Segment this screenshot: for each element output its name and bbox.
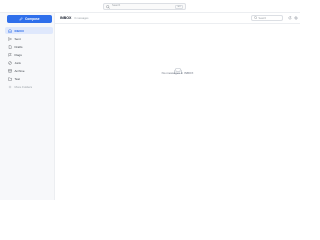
sidebar-item-inbox[interactable]: INBOX (5, 27, 53, 34)
global-search-input[interactable]: Search ⌘K (103, 3, 186, 10)
inbox-icon (8, 28, 12, 33)
global-search-placeholder: Search (112, 4, 121, 8)
empty-state: No messages in INBOX (55, 61, 300, 75)
plus-icon (8, 85, 12, 89)
empty-state-text: No messages in INBOX (161, 71, 194, 75)
folder-icon (8, 77, 12, 81)
sidebar: Compose INBOX Sent Drafts Flags Junk Arc… (0, 13, 55, 200)
search-icon (106, 4, 110, 9)
folder-title: INBOX (60, 16, 72, 20)
sidebar-item-sent[interactable]: Sent (5, 35, 53, 42)
sidebar-item-archive[interactable]: Archive (5, 67, 53, 74)
archive-icon (8, 68, 12, 73)
message-list-header: INBOX 0 messages Search (55, 13, 300, 24)
mail-app: Search ⌘K Compose INBOX Sent Drafts Flag… (0, 0, 300, 200)
folder-nav: INBOX Sent Drafts Flags Junk Archive Tes… (5, 27, 53, 91)
sidebar-item-label: Archive (14, 68, 25, 73)
message-pane: INBOX 0 messages Search No messages in I… (55, 13, 300, 200)
compose-label: Compose (24, 17, 40, 21)
sidebar-item-flags[interactable]: Flags (5, 51, 53, 58)
sidebar-item-label: Test (14, 76, 21, 81)
settings-icon[interactable] (294, 15, 298, 20)
sidebar-item-label: Drafts (14, 44, 23, 49)
mail-search-placeholder: Search (258, 16, 267, 20)
top-bar: Search ⌘K (0, 0, 300, 13)
sidebar-item-label: Junk (14, 60, 21, 65)
header-actions (288, 15, 300, 20)
junk-icon (8, 60, 12, 65)
pencil-icon (19, 17, 24, 21)
message-count: 0 messages (74, 16, 89, 20)
sidebar-item-label: INBOX (14, 28, 25, 33)
send-icon (8, 36, 12, 41)
sidebar-item-junk[interactable]: Junk (5, 59, 53, 66)
sidebar-item-label: Flags (14, 52, 22, 57)
compose-button[interactable]: Compose (7, 15, 52, 23)
mail-search-input[interactable]: Search (251, 15, 283, 21)
more-folders-toggle[interactable]: More Folders (5, 83, 53, 90)
empty-inbox-icon (173, 61, 182, 74)
more-folders-label: More Folders (14, 84, 33, 89)
sidebar-item-drafts[interactable]: Drafts (5, 43, 53, 50)
sidebar-item-label: Sent (14, 36, 21, 41)
flag-icon (8, 52, 12, 57)
draft-icon (8, 44, 12, 49)
search-shortcut-badge: ⌘K (175, 4, 183, 9)
search-icon (253, 16, 258, 20)
sidebar-item-test[interactable]: Test (5, 75, 53, 82)
refresh-icon[interactable] (288, 15, 292, 20)
